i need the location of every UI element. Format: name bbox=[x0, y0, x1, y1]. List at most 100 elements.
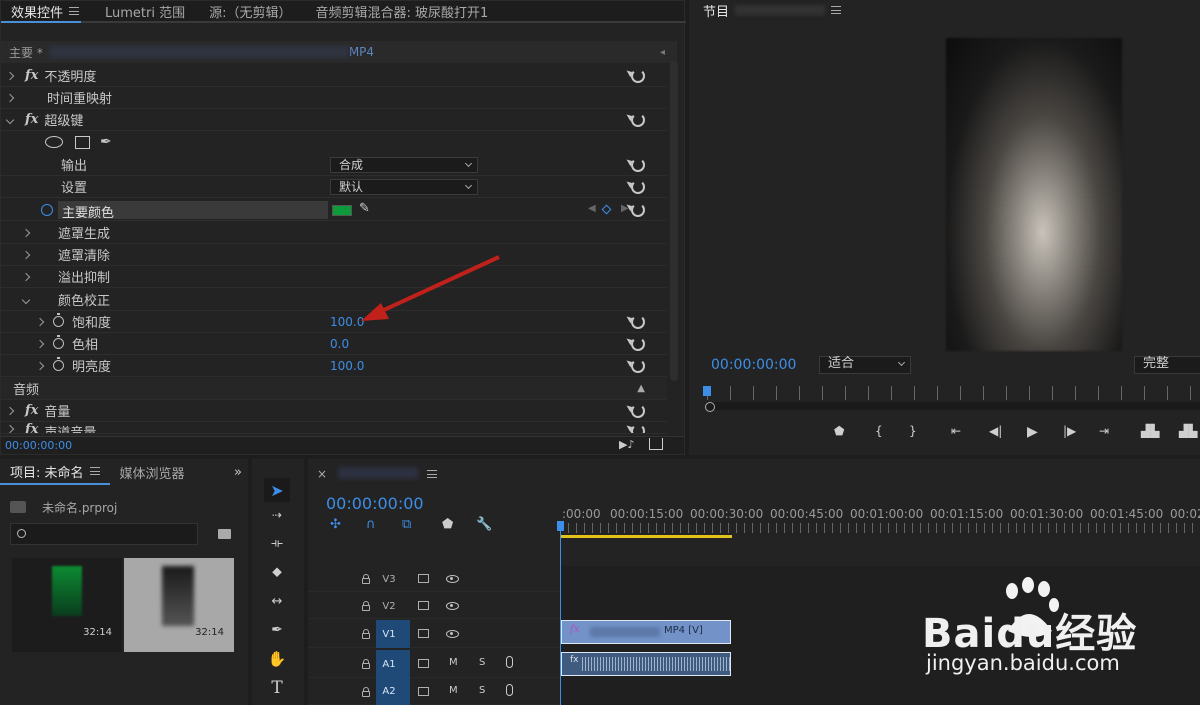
chevron-right-icon[interactable] bbox=[21, 250, 31, 259]
mic-icon[interactable] bbox=[506, 684, 513, 696]
chevron-right-icon[interactable] bbox=[5, 71, 15, 80]
chevron-right-icon[interactable] bbox=[5, 93, 15, 102]
sync-lock-icon[interactable] bbox=[418, 629, 429, 638]
track-label[interactable]: V2 bbox=[378, 593, 400, 619]
track-label[interactable]: V1 bbox=[378, 620, 400, 648]
sync-lock-icon[interactable] bbox=[418, 574, 429, 583]
tab-source[interactable]: 源:（无剪辑） bbox=[199, 1, 301, 21]
linked-selection-icon[interactable]: ⧉ bbox=[402, 517, 411, 532]
effect-row-volume[interactable]: fx 音量 bbox=[1, 400, 667, 422]
reset-icon[interactable] bbox=[631, 157, 645, 172]
program-playhead[interactable] bbox=[703, 386, 711, 396]
reset-icon[interactable] bbox=[631, 112, 645, 127]
lock-icon[interactable] bbox=[362, 659, 370, 669]
mic-icon[interactable] bbox=[506, 656, 513, 668]
collapse-up-icon[interactable]: ▲ bbox=[637, 383, 645, 394]
chevron-down-icon[interactable] bbox=[21, 295, 31, 304]
collapse-icon[interactable]: ◂ bbox=[660, 47, 665, 58]
fx-icon[interactable]: fx bbox=[25, 422, 38, 433]
clip-name-suffix[interactable]: MP4 bbox=[349, 45, 374, 59]
solo-button[interactable]: S bbox=[479, 657, 485, 668]
luminance-value[interactable]: 100.0 bbox=[330, 359, 364, 373]
panel-menu-icon[interactable] bbox=[831, 6, 842, 14]
fx-icon[interactable]: fx bbox=[25, 112, 38, 127]
effect-row-opacity[interactable]: fx 不透明度 bbox=[1, 65, 667, 87]
effect-row-time-remap[interactable]: 时间重映射 bbox=[1, 87, 667, 109]
output-select[interactable]: 合成 bbox=[330, 157, 478, 173]
chevron-right-icon[interactable] bbox=[35, 317, 45, 326]
eye-icon[interactable] bbox=[446, 630, 459, 638]
quality-select[interactable]: 完整 bbox=[1134, 356, 1200, 374]
settings-select[interactable]: 默认 bbox=[330, 179, 478, 195]
chevron-right-icon[interactable] bbox=[35, 339, 45, 348]
stopwatch-icon[interactable] bbox=[53, 357, 64, 371]
lift-icon[interactable]: ▟▙ bbox=[1141, 424, 1159, 438]
fx-icon[interactable]: fx bbox=[25, 403, 38, 418]
go-to-in-icon[interactable]: ⇤ bbox=[951, 424, 961, 438]
chevron-down-icon[interactable] bbox=[5, 115, 15, 124]
hue-value[interactable]: 0.0 bbox=[330, 337, 349, 351]
tool-pen[interactable]: ✒ bbox=[264, 622, 290, 642]
lock-icon[interactable] bbox=[362, 574, 370, 584]
prev-keyframe-icon[interactable]: ◀ bbox=[588, 203, 596, 214]
eyedropper-icon[interactable]: ✎ bbox=[359, 201, 370, 216]
program-timecode[interactable]: 00:00:00:00 bbox=[711, 357, 796, 373]
add-marker-icon[interactable]: ⬟ bbox=[834, 424, 844, 438]
add-marker-icon[interactable]: ⬟ bbox=[442, 517, 453, 532]
reset-icon[interactable] bbox=[631, 179, 645, 194]
find-icon[interactable] bbox=[218, 529, 231, 539]
go-to-out-icon[interactable]: ⇥ bbox=[1099, 424, 1109, 438]
stopwatch-icon[interactable] bbox=[53, 335, 64, 349]
reset-icon[interactable] bbox=[631, 314, 645, 329]
more-tabs-icon[interactable]: » bbox=[234, 465, 242, 480]
track-label[interactable]: V3 bbox=[378, 566, 400, 592]
eye-icon[interactable] bbox=[446, 602, 459, 610]
reset-icon[interactable] bbox=[631, 336, 645, 351]
tool-slip[interactable]: ↔ bbox=[264, 594, 290, 614]
mute-button[interactable]: M bbox=[449, 657, 458, 668]
stopwatch-active-icon[interactable] bbox=[41, 203, 53, 216]
lock-icon[interactable] bbox=[362, 687, 370, 697]
effect-row-channel-volume[interactable]: fx 声道音量 bbox=[1, 422, 667, 434]
extract-icon[interactable]: ▟▙ bbox=[1179, 424, 1197, 438]
chevron-right-icon[interactable] bbox=[21, 228, 31, 237]
program-scrubber[interactable] bbox=[707, 402, 1200, 410]
audio-clip[interactable]: fx bbox=[561, 652, 731, 676]
play-audio-icon[interactable]: ▶♪ bbox=[619, 438, 634, 451]
tool-ripple-edit[interactable]: ⟛ bbox=[264, 536, 290, 556]
tool-razor[interactable]: ⬥ bbox=[264, 564, 290, 584]
scrollbar[interactable] bbox=[670, 61, 678, 381]
play-icon[interactable]: ▶ bbox=[1027, 424, 1038, 440]
sync-lock-icon[interactable] bbox=[418, 601, 429, 610]
master-clip-label[interactable]: 主要 * bbox=[9, 44, 43, 61]
stopwatch-icon[interactable] bbox=[53, 313, 64, 327]
sync-lock-icon[interactable] bbox=[418, 687, 429, 696]
ellipse-mask-icon[interactable] bbox=[45, 136, 63, 148]
subgroup-matte-gen[interactable]: 遮罩生成 bbox=[1, 222, 667, 244]
lock-icon[interactable] bbox=[362, 629, 370, 639]
project-item-1[interactable]: 32:14 bbox=[12, 558, 122, 652]
tool-hand[interactable]: ✋ bbox=[264, 650, 290, 670]
settings-wrench-icon[interactable]: 🔧 bbox=[476, 517, 492, 532]
reset-icon[interactable] bbox=[631, 403, 645, 418]
rectangle-mask-icon[interactable] bbox=[75, 135, 90, 149]
tab-program[interactable]: 节目 bbox=[689, 0, 851, 20]
key-color-swatch[interactable] bbox=[332, 205, 352, 216]
reset-icon[interactable] bbox=[631, 202, 645, 217]
sync-lock-icon[interactable] bbox=[418, 659, 429, 668]
step-back-icon[interactable]: ◀| bbox=[989, 424, 1002, 438]
tool-track-select[interactable]: ⇢ bbox=[264, 508, 290, 528]
panel-menu-icon[interactable] bbox=[427, 470, 437, 478]
tool-selection[interactable]: ➤ bbox=[264, 478, 290, 502]
sequence-tab-blurred[interactable] bbox=[338, 467, 418, 479]
tab-effect-controls[interactable]: 效果控件 bbox=[1, 1, 89, 21]
snap-icon[interactable]: ∩ bbox=[366, 517, 376, 532]
tab-project[interactable]: 项目: 未命名 bbox=[0, 459, 110, 485]
nest-icon[interactable]: ✣ bbox=[330, 517, 341, 532]
project-item-2[interactable]: 32:14 bbox=[124, 558, 234, 652]
reset-icon[interactable] bbox=[631, 358, 645, 373]
eye-icon[interactable] bbox=[446, 575, 459, 583]
reset-icon[interactable] bbox=[631, 424, 645, 433]
tab-lumetri-scopes[interactable]: Lumetri 范围 bbox=[95, 1, 195, 21]
add-keyframe-icon[interactable] bbox=[601, 204, 612, 215]
